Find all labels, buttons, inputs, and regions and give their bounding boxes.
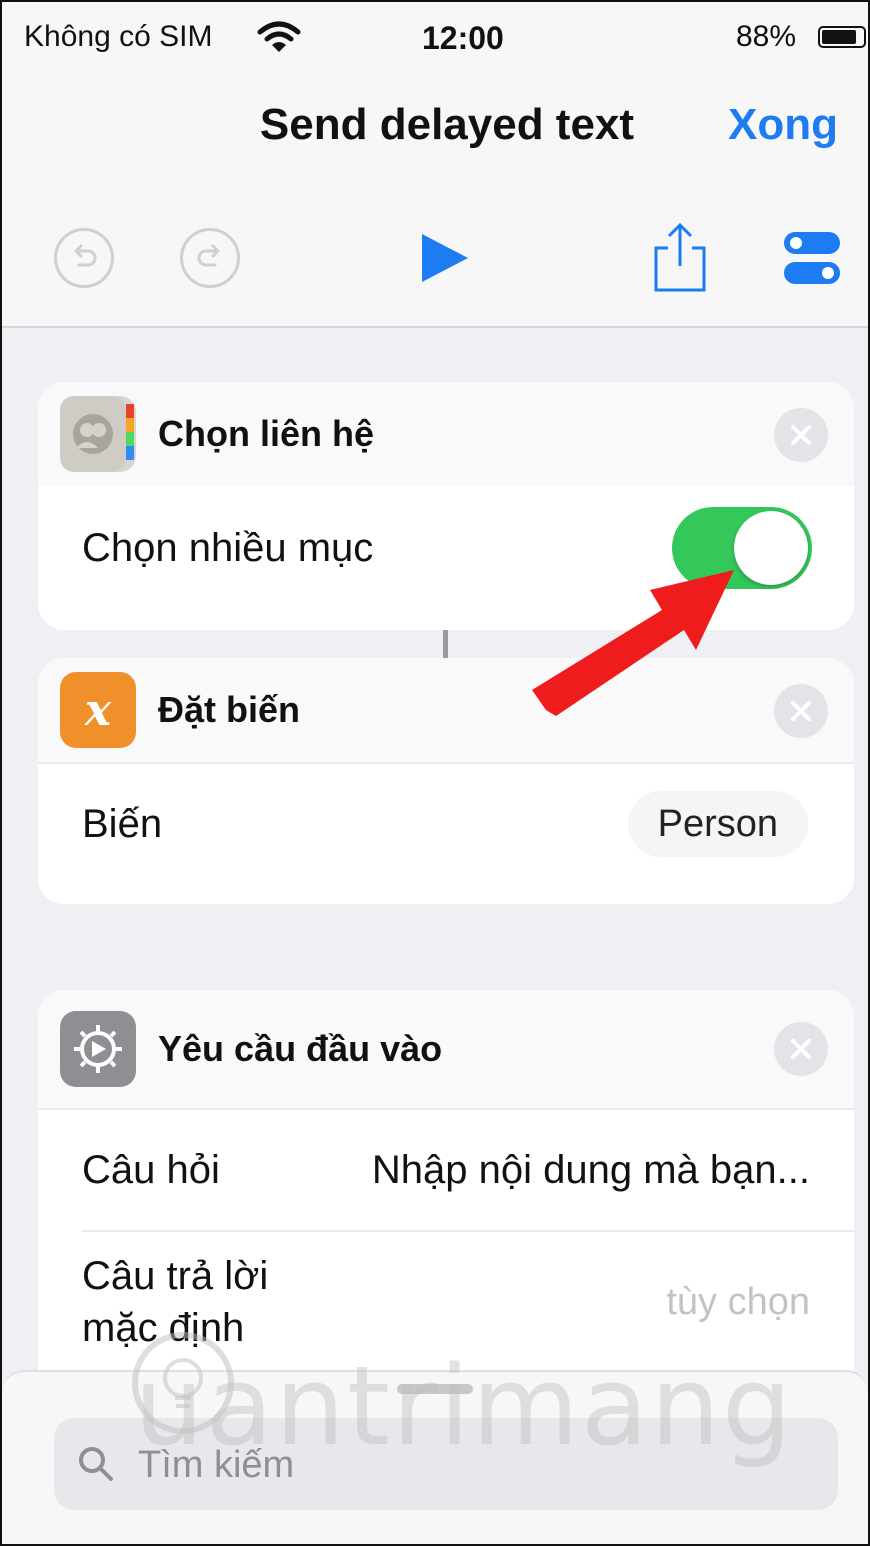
screen: Không có SIM 12:00 88% Send delayed text… [0, 0, 870, 1546]
card-title: Yêu cầu đầu vào [158, 1028, 443, 1069]
question-label: Câu hỏi [82, 1147, 220, 1192]
top-bar: Không có SIM 12:00 88% Send delayed text… [2, 2, 868, 328]
redo-icon [180, 228, 240, 288]
clock: 12:00 [422, 20, 504, 56]
remove-action-button[interactable] [774, 1022, 828, 1076]
card-title: Chọn liên hệ [158, 413, 374, 454]
choose-contacts-header[interactable]: Chọn liên hệ [38, 382, 854, 486]
action-connector [443, 630, 448, 658]
editor-toolbar [2, 218, 868, 298]
battery-percent: 88% [736, 20, 797, 53]
carrier-text: Không có SIM [24, 20, 213, 53]
default-answer-row[interactable]: Câu trả lời mặc định tùy chọn [82, 1230, 854, 1372]
contacts-icon [60, 396, 136, 472]
remove-action-button[interactable] [774, 408, 828, 462]
settings-button[interactable] [782, 218, 842, 298]
share-button[interactable] [650, 218, 710, 298]
question-value[interactable]: Nhập nội dung mà bạn... [372, 1148, 810, 1193]
gear-icon [60, 1011, 136, 1087]
undo-button[interactable] [54, 218, 114, 298]
search-icon [79, 1447, 113, 1481]
default-answer-label: Câu trả lời mặc định [82, 1254, 269, 1350]
remove-action-button[interactable] [774, 684, 828, 738]
close-icon [791, 1039, 811, 1059]
battery-icon [818, 26, 866, 48]
close-icon [791, 425, 811, 445]
undo-icon [54, 228, 114, 288]
settings-toggle-icon [784, 232, 840, 284]
default-answer-placeholder[interactable]: tùy chọn [666, 1281, 810, 1324]
annotation-arrow [532, 570, 734, 716]
ask-input-header[interactable]: Yêu cầu đầu vào [38, 990, 854, 1108]
select-multiple-label: Chọn nhiều mục [82, 525, 374, 570]
sheet-grabber[interactable] [397, 1384, 473, 1394]
play-icon [422, 234, 468, 282]
wifi-icon [257, 21, 301, 52]
variable-name-row: Biến Person [38, 762, 854, 884]
variable-name-pill[interactable]: Person [627, 791, 808, 857]
done-button[interactable]: Xong [728, 100, 838, 150]
variable-label: Biến [82, 801, 163, 846]
search-bar[interactable] [54, 1418, 838, 1510]
status-bar: Không có SIM 12:00 88% [24, 20, 866, 60]
question-row[interactable]: Câu hỏi Nhập nội dung mà bạn... [38, 1108, 854, 1230]
close-icon [791, 701, 811, 721]
bottom-sheet [2, 1370, 868, 1544]
search-input[interactable] [136, 1436, 820, 1494]
run-button[interactable] [416, 218, 472, 298]
share-icon [654, 222, 706, 292]
redo-button[interactable] [180, 218, 240, 298]
card-title: Đặt biến [158, 689, 301, 730]
ask-input-card: Yêu cầu đầu vào Câu hỏi Nhập nội dung mà… [38, 990, 854, 1410]
variable-x-icon: x [60, 672, 136, 748]
